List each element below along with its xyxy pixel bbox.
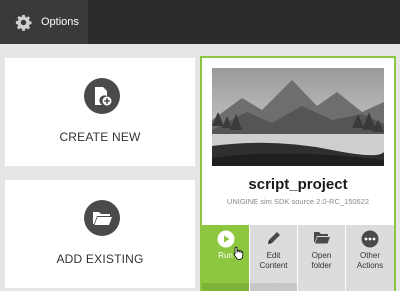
- project-actions: Run ... Edit Content ... Open folder Oth…: [202, 225, 394, 291]
- add-existing-card[interactable]: ADD EXISTING: [5, 180, 195, 288]
- create-new-card[interactable]: CREATE NEW: [5, 58, 195, 166]
- options-button[interactable]: Options: [0, 0, 88, 44]
- gear-icon: [15, 14, 32, 31]
- other-actions-label: Other Actions: [356, 251, 384, 270]
- project-title: script_project: [248, 176, 348, 193]
- play-icon: [217, 230, 234, 248]
- more-icon: [361, 230, 379, 248]
- run-strip: ...: [202, 283, 249, 291]
- hand-cursor-icon: [233, 246, 244, 260]
- folder-icon: [84, 200, 120, 236]
- other-actions-button[interactable]: Other Actions: [346, 225, 394, 291]
- add-existing-label: ADD EXISTING: [56, 252, 144, 266]
- top-bar: Options: [0, 0, 400, 44]
- open-folder-label: Open folder: [311, 251, 332, 270]
- project-card[interactable]: script_project UNIGINE sim SDK source 2.…: [200, 56, 396, 291]
- edit-strip: ...: [250, 283, 297, 291]
- options-label: Options: [41, 16, 79, 28]
- create-new-label: CREATE NEW: [59, 130, 141, 144]
- pencil-icon: [267, 232, 280, 244]
- edit-content-button[interactable]: Edit Content ...: [250, 225, 298, 291]
- project-thumbnail: [212, 68, 384, 166]
- open-folder-button[interactable]: Open folder: [298, 225, 346, 291]
- new-document-icon: [84, 78, 120, 114]
- edit-content-label: Edit Content: [259, 251, 288, 270]
- project-subtitle: UNIGINE sim SDK source 2.0-RC_150622: [226, 197, 370, 206]
- run-button[interactable]: Run ...: [202, 225, 250, 291]
- folder-icon: [314, 232, 330, 244]
